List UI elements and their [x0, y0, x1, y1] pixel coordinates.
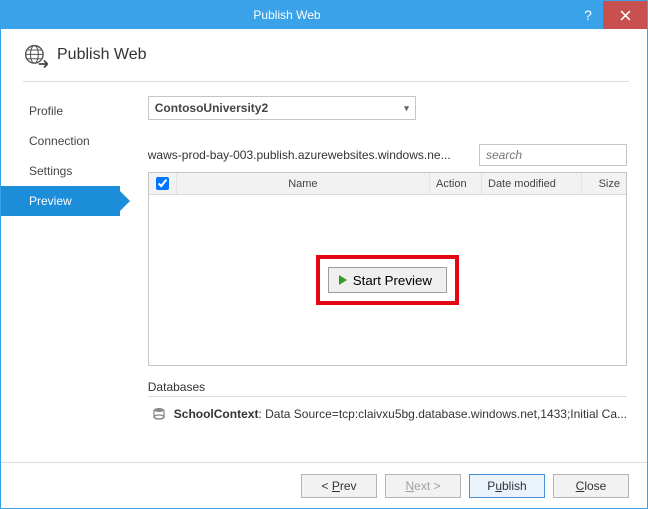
databases-section: Databases SchoolContext: Data Source=tcp…	[148, 380, 627, 421]
database-entry: SchoolContext: Data Source=tcp:claivxu5b…	[148, 407, 627, 421]
main-panel: ContosoUniversity2 ▾ waws-prod-bay-003.p…	[120, 82, 647, 433]
database-name: SchoolContext	[174, 407, 259, 421]
play-icon	[339, 275, 347, 285]
sidebar-item-label: Profile	[29, 104, 63, 118]
window-title: Publish Web	[1, 8, 573, 22]
close-window-button[interactable]	[603, 1, 647, 29]
globe-arrow-icon	[23, 43, 47, 67]
page-title: Publish Web	[57, 46, 147, 64]
titlebar: Publish Web ?	[1, 1, 647, 29]
database-conn: : Data Source=tcp:claivxu5bg.database.wi…	[258, 407, 627, 421]
host-row: waws-prod-bay-003.publish.azurewebsites.…	[148, 144, 627, 166]
table-body: Start Preview	[149, 195, 626, 365]
publish-host: waws-prod-bay-003.publish.azurewebsites.…	[148, 148, 469, 162]
sidebar-item-preview[interactable]: Preview	[1, 186, 120, 216]
publish-button[interactable]: Publish	[469, 474, 545, 498]
database-icon	[152, 407, 166, 421]
sidebar-item-label: Connection	[29, 134, 90, 148]
chevron-down-icon: ▾	[404, 103, 409, 114]
wizard-sidebar: Profile Connection Settings Preview	[1, 82, 120, 433]
profile-selected: ContosoUniversity2	[155, 101, 268, 115]
start-preview-label: Start Preview	[353, 273, 432, 288]
sidebar-item-label: Settings	[29, 164, 72, 178]
table-header-row: Name Action Date modified Size	[149, 173, 626, 195]
sidebar-item-profile[interactable]: Profile	[1, 96, 120, 126]
prev-button[interactable]: < Prev	[301, 474, 377, 498]
divider	[148, 396, 627, 397]
column-name[interactable]: Name	[177, 173, 430, 194]
databases-heading: Databases	[148, 380, 627, 394]
select-all-checkbox[interactable]	[156, 177, 169, 190]
next-button: Next >	[385, 474, 461, 498]
database-text: SchoolContext: Data Source=tcp:claivxu5b…	[174, 407, 627, 421]
annotation-highlight: Start Preview	[316, 255, 459, 305]
dialog-header: Publish Web	[1, 29, 647, 77]
help-button[interactable]: ?	[573, 1, 603, 29]
select-all-header[interactable]	[149, 173, 177, 194]
sidebar-item-connection[interactable]: Connection	[1, 126, 120, 156]
profile-dropdown[interactable]: ContosoUniversity2 ▾	[148, 96, 416, 120]
search-input[interactable]	[479, 144, 627, 166]
sidebar-item-label: Preview	[29, 194, 72, 208]
close-button[interactable]: Close	[553, 474, 629, 498]
column-action[interactable]: Action	[430, 173, 482, 194]
dialog-footer: < Prev Next > Publish Close	[1, 462, 647, 508]
close-icon	[620, 10, 631, 21]
start-preview-button[interactable]: Start Preview	[328, 267, 447, 293]
preview-table: Name Action Date modified Size Start Pre…	[148, 172, 627, 366]
sidebar-item-settings[interactable]: Settings	[1, 156, 120, 186]
dialog-body: Profile Connection Settings Preview Cont…	[1, 82, 647, 433]
column-date[interactable]: Date modified	[482, 173, 582, 194]
column-size[interactable]: Size	[582, 173, 626, 194]
